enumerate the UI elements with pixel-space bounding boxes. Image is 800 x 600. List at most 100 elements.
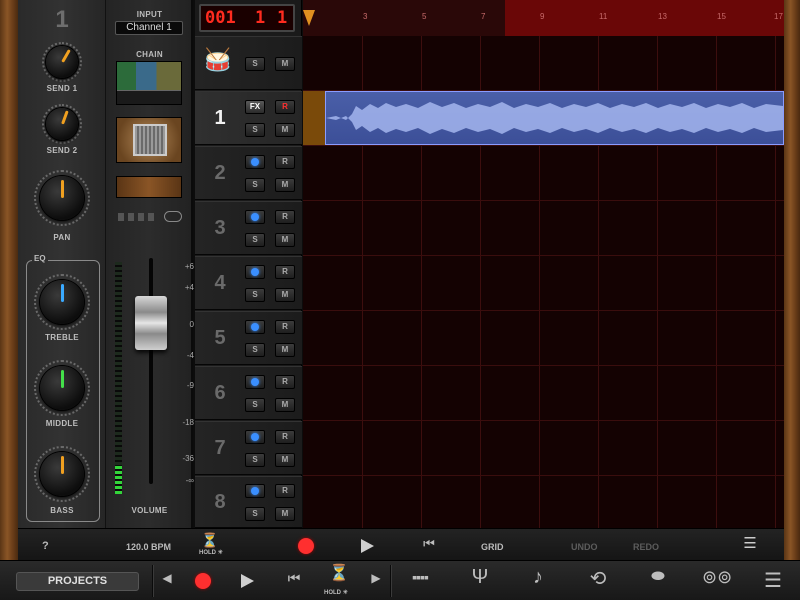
bottom-record-button[interactable] <box>195 573 211 589</box>
loop-region[interactable] <box>505 0 784 36</box>
tuner-icon[interactable]: Ψ <box>468 566 492 589</box>
chain-switches[interactable] <box>114 210 160 224</box>
bottom-metronome-icon[interactable]: ⏳ <box>328 563 350 583</box>
track-1-solo-button[interactable]: S <box>245 123 265 137</box>
track-row-2[interactable]: 2 R S M <box>195 146 302 200</box>
track-row-1[interactable]: 1 FX R S M <box>195 91 302 145</box>
loop-icon[interactable]: ⟲ <box>585 566 611 591</box>
track-drums-mute-button[interactable]: M <box>275 57 295 71</box>
timeline-ruler[interactable]: 3 5 7 9 11 13 15 17 <box>303 0 784 36</box>
loops-icon[interactable]: ▪▪▪▪ <box>403 569 437 585</box>
bottom-play-button[interactable] <box>241 574 254 588</box>
track-drums-solo-button[interactable]: S <box>245 57 265 71</box>
track-6-input-icon[interactable] <box>245 375 265 389</box>
volume-fader[interactable] <box>135 296 167 350</box>
track-row-6[interactable]: 6 R S M <box>195 366 302 420</box>
track-4-input-icon[interactable] <box>245 265 265 279</box>
help-button[interactable]: ? <box>42 540 49 552</box>
track-row-5[interactable]: 5 R S M <box>195 311 302 365</box>
volume-scale-plus4: +4 <box>184 283 194 292</box>
track-7-solo-button[interactable]: S <box>245 453 265 467</box>
middle-knob[interactable] <box>40 366 84 410</box>
pan-knob[interactable] <box>40 176 84 220</box>
undo-button[interactable]: UNDO <box>571 542 598 552</box>
hamburger-icon[interactable]: ☰ <box>760 568 786 593</box>
track-row-8[interactable]: 8 R S M <box>195 476 302 528</box>
track-1-mute-button[interactable]: M <box>275 123 295 137</box>
bass-knob[interactable] <box>40 452 84 496</box>
send2-knob[interactable] <box>46 108 78 140</box>
treble-knob[interactable] <box>40 280 84 324</box>
playhead-marker[interactable] <box>303 10 315 26</box>
wood-panel-left <box>0 0 18 560</box>
track-2-solo-button[interactable]: S <box>245 178 265 192</box>
track-7-input-icon[interactable] <box>245 430 265 444</box>
chain-label: CHAIN <box>136 50 163 59</box>
bottom-rewind-icon[interactable]: ⏮ <box>281 570 307 587</box>
track-7-record-button[interactable]: R <box>275 430 295 444</box>
chain-link-icon[interactable] <box>164 211 182 222</box>
send1-label: SEND 1 <box>46 84 78 93</box>
track-row-4[interactable]: 4 R S M <box>195 256 302 310</box>
metronome-icon[interactable]: ⏳ <box>200 532 220 549</box>
ruler-mark-17: 17 <box>774 12 783 21</box>
track-3-record-button[interactable]: R <box>275 210 295 224</box>
track-row-drums[interactable]: 🥁 S M <box>195 36 302 90</box>
projects-button[interactable]: PROJECTS <box>16 572 139 591</box>
track-3-mute-button[interactable]: M <box>275 233 295 247</box>
tape-recorder-icon[interactable]: ⊚⊚ <box>702 567 732 588</box>
grid-button[interactable]: GRID <box>481 542 504 552</box>
track-2-input-icon[interactable] <box>245 155 265 169</box>
redo-button[interactable]: REDO <box>633 542 659 552</box>
rewind-icon[interactable]: ⏮ <box>416 536 442 552</box>
track-4-record-button[interactable]: R <box>275 265 295 279</box>
track-row-3[interactable]: 3 R S M <box>195 201 302 255</box>
volume-fader-track <box>149 258 153 484</box>
track-row-7[interactable]: 7 R S M <box>195 421 302 475</box>
play-button[interactable] <box>361 539 374 553</box>
track-2-record-button[interactable]: R <box>275 155 295 169</box>
track-8-input-icon[interactable] <box>245 484 265 498</box>
note-icon[interactable]: ♪ <box>526 566 550 589</box>
track-4-number: 4 <box>214 272 226 294</box>
stompbox-pedals[interactable] <box>116 61 182 105</box>
scroll-right-icon[interactable]: ▶ <box>369 571 383 585</box>
audio-clip-track-1[interactable] <box>325 91 784 145</box>
track-5-solo-button[interactable]: S <box>245 343 265 357</box>
track-6-record-button[interactable]: R <box>275 375 295 389</box>
track-4-mute-button[interactable]: M <box>275 288 295 302</box>
track-2-mute-button[interactable]: M <box>275 178 295 192</box>
track-4-solo-button[interactable]: S <box>245 288 265 302</box>
clip-start-handle[interactable] <box>303 91 325 145</box>
track-5-record-button[interactable]: R <box>275 320 295 334</box>
tempo-display[interactable]: 120.0 BPM <box>126 542 171 552</box>
effect-rack[interactable] <box>116 176 182 198</box>
track-8-record-button[interactable]: R <box>275 484 295 498</box>
main-toolbar: PROJECTS ◀ ⏮ ⏳ HOLD ☀ ▶ ▪▪▪▪ Ψ ♪ ⟲ ⬬ ⊚⊚ … <box>0 560 800 600</box>
track-7-mute-button[interactable]: M <box>275 453 295 467</box>
track-5-mute-button[interactable]: M <box>275 343 295 357</box>
track-headers: 001 1 1 🥁 S M 1 FX R S M 2 R S M 3 R S M… <box>195 0 302 528</box>
track-3-input-icon[interactable] <box>245 210 265 224</box>
amp-cabinet[interactable] <box>116 117 182 163</box>
send1-knob[interactable] <box>46 46 78 78</box>
volume-scale-minus9: -9 <box>186 381 194 390</box>
track-5-input-icon[interactable] <box>245 320 265 334</box>
track-6-solo-button[interactable]: S <box>245 398 265 412</box>
input-selector[interactable]: Channel 1 <box>115 21 183 35</box>
record-button[interactable] <box>298 538 314 554</box>
middle-label: MIDDLE <box>45 419 79 428</box>
track-8-solo-button[interactable]: S <box>245 507 265 521</box>
track-1-fx-button[interactable]: FX <box>245 100 265 114</box>
track-7-number: 7 <box>214 437 226 459</box>
track-6-mute-button[interactable]: M <box>275 398 295 412</box>
arrange-view[interactable]: 3 5 7 9 11 13 15 17 <box>303 0 784 528</box>
track-8-number: 8 <box>214 491 226 513</box>
display-beat: 1 <box>255 8 266 28</box>
track-1-record-button[interactable]: R <box>275 100 295 114</box>
track-8-mute-button[interactable]: M <box>275 507 295 521</box>
scroll-left-icon[interactable]: ◀ <box>160 571 174 585</box>
mixer-view-icon[interactable]: ☰ <box>736 534 764 552</box>
track-3-solo-button[interactable]: S <box>245 233 265 247</box>
snare-drum-icon[interactable]: ⬬ <box>641 568 675 586</box>
